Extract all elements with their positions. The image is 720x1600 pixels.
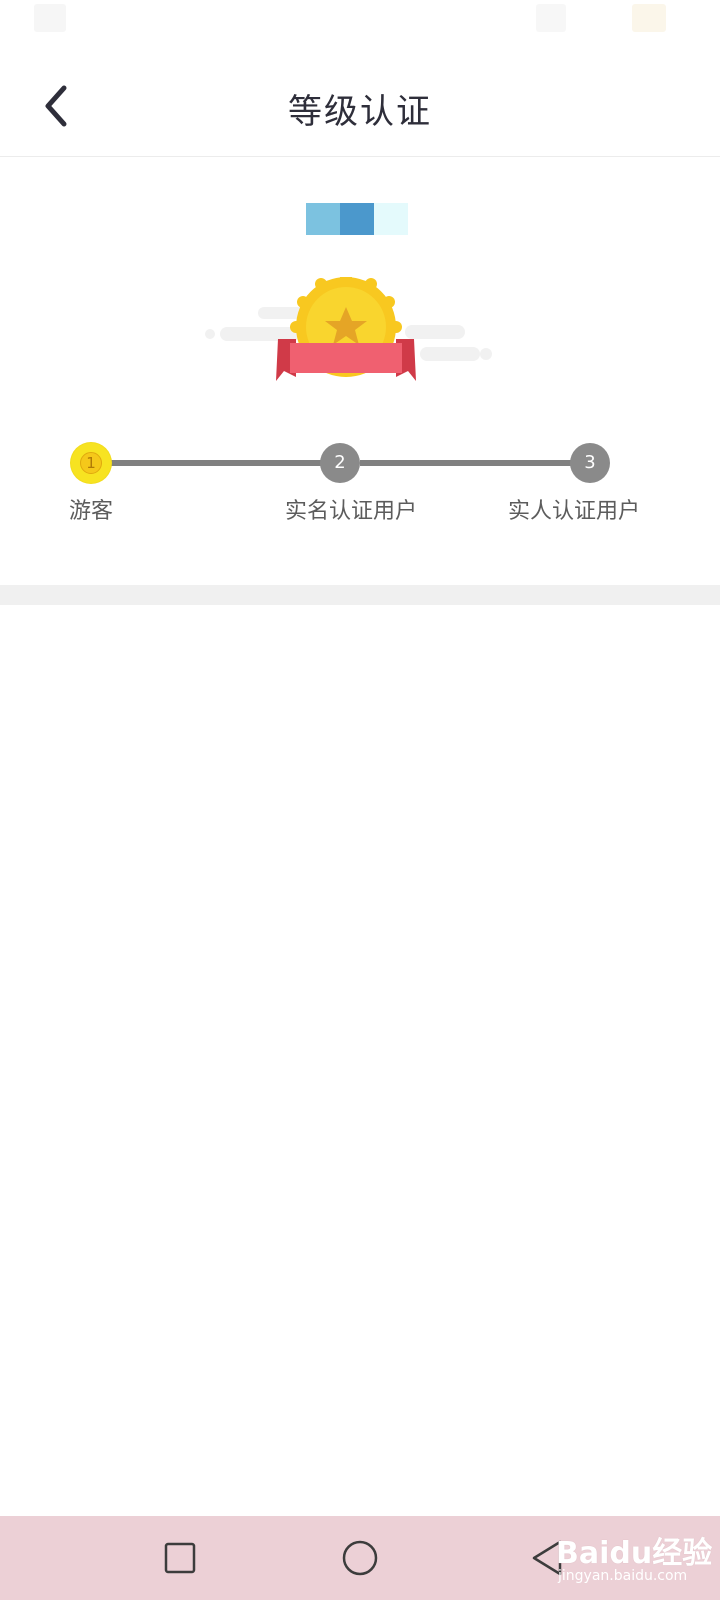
recents-button[interactable] [158,1536,202,1580]
baidu-watermark: Baidu经验 jingyan.baidu.com [556,1524,716,1594]
step-3-label: 实人认证用户 [508,499,641,524]
status-bar-left-blob [34,4,66,32]
star-medal-icon [200,277,520,407]
blurred-avatar-block-3 [374,203,408,235]
step-3-dot: 3 [570,443,610,483]
step-1-dot: 1 [71,443,111,483]
section-divider [0,585,720,605]
level-steps: 1 2 3 游客 实名认证用户 实人认证用户 [0,435,720,555]
level-section: 游客 1 2 3 游客 实名认证用户 实人认证用户 [0,157,720,585]
step-1-number: 1 [80,452,102,474]
navigation-bar: Baidu经验 jingyan.baidu.com [0,1516,720,1600]
blurred-avatar-block-1 [306,203,340,235]
step-2-dot: 2 [320,443,360,483]
watermark-brand: Baidu经验 [556,1536,713,1571]
step-1-label: 游客 [69,499,114,524]
status-bar-mid-blob [536,4,566,32]
level-badge [200,277,520,407]
step-connector-2 [360,460,582,466]
status-bar [0,0,720,44]
status-bar-right-blob [632,4,666,32]
blurred-avatar-block-2 [340,203,374,235]
home-button[interactable] [338,1536,382,1580]
badge-ribbon-label: 游客 [146,359,174,375]
watermark-url: jingyan.baidu.com [558,1568,688,1584]
header: 等级认证 [0,56,720,157]
square-icon [158,1536,202,1580]
step-connector-1 [110,460,332,466]
page-title: 等级认证 [288,92,432,132]
circle-icon [338,1536,382,1580]
step-2-label: 实名认证用户 [285,499,418,524]
